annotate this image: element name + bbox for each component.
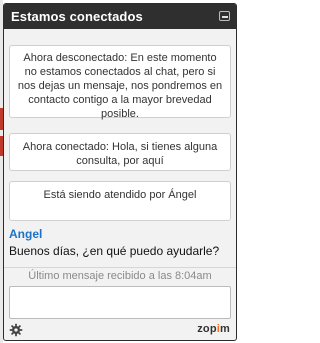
chat-title: Estamos conectados [11, 9, 143, 24]
chat-input[interactable] [9, 286, 231, 319]
chat-header[interactable]: Estamos conectados [4, 4, 236, 29]
system-message-attended: Está siendo atendido por Ángel [9, 181, 231, 221]
zopim-logo[interactable]: zopim [197, 323, 230, 335]
gear-icon[interactable] [9, 323, 23, 337]
minimize-icon [221, 16, 228, 18]
brand-text: zop [197, 323, 217, 335]
brand-text: m [220, 323, 230, 335]
system-message-offline: Ahora desconectado: En este momento no e… [9, 45, 231, 120]
agent-message: Buenos días, ¿en qué puedo ayudarle? [9, 244, 220, 258]
system-message-online: Ahora conectado: Hola, si tienes alguna … [9, 133, 231, 171]
chat-footer: zopim [4, 321, 236, 339]
minimize-button[interactable] [219, 11, 230, 21]
divider [4, 267, 236, 268]
chat-widget: Estamos conectados Ahora desconectado: E… [3, 3, 237, 341]
last-message-status: Último mensaje recibido a las 8:04am [28, 270, 212, 282]
agent-name: Angel [9, 227, 43, 241]
